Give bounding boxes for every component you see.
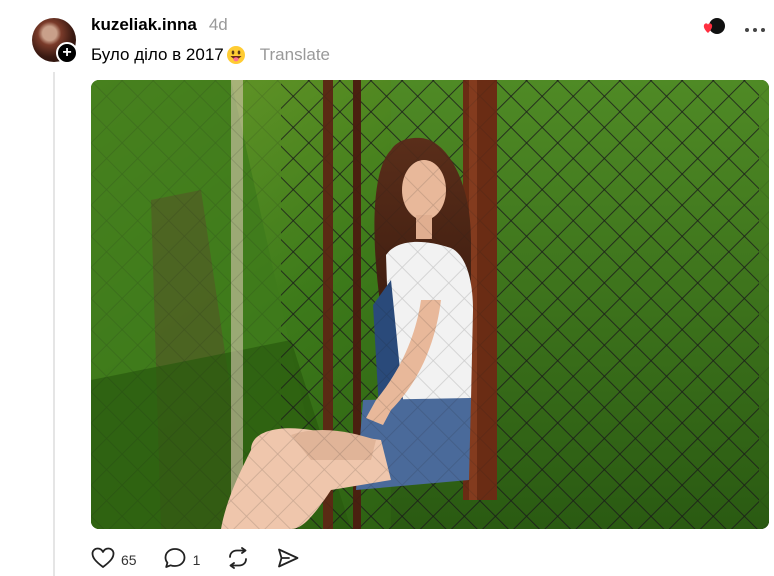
follow-plus-icon[interactable]: + bbox=[56, 42, 78, 64]
post-caption: Було діло в 2017 Translate bbox=[91, 45, 330, 65]
caption-text: Було діло в 2017 bbox=[91, 45, 224, 64]
repost-icon bbox=[226, 546, 250, 574]
more-icon[interactable] bbox=[744, 17, 766, 37]
reply-button[interactable]: 1 bbox=[163, 547, 201, 574]
post-timestamp[interactable]: 4d bbox=[209, 15, 228, 35]
username-link[interactable]: kuzeliak.inna bbox=[91, 15, 197, 35]
post-photo[interactable] bbox=[91, 80, 769, 529]
send-icon bbox=[276, 547, 300, 574]
heart-reaction-icon[interactable] bbox=[702, 16, 726, 38]
translate-link[interactable]: Translate bbox=[260, 45, 330, 65]
like-count: 65 bbox=[121, 552, 137, 568]
share-button[interactable] bbox=[276, 547, 300, 574]
avatar-container[interactable]: + bbox=[32, 18, 78, 64]
post-header-actions bbox=[702, 16, 766, 38]
photo-illustration bbox=[91, 80, 769, 529]
grinning-tongue-emoji-icon bbox=[226, 45, 246, 65]
thread-line bbox=[53, 72, 55, 576]
reply-count: 1 bbox=[192, 552, 201, 568]
post-actions: 65 1 bbox=[91, 546, 326, 574]
post-header: kuzeliak.inna 4d bbox=[91, 15, 228, 39]
like-button[interactable]: 65 bbox=[91, 547, 137, 574]
heart-icon bbox=[91, 547, 115, 574]
comment-icon bbox=[163, 547, 187, 574]
repost-button[interactable] bbox=[226, 546, 250, 574]
